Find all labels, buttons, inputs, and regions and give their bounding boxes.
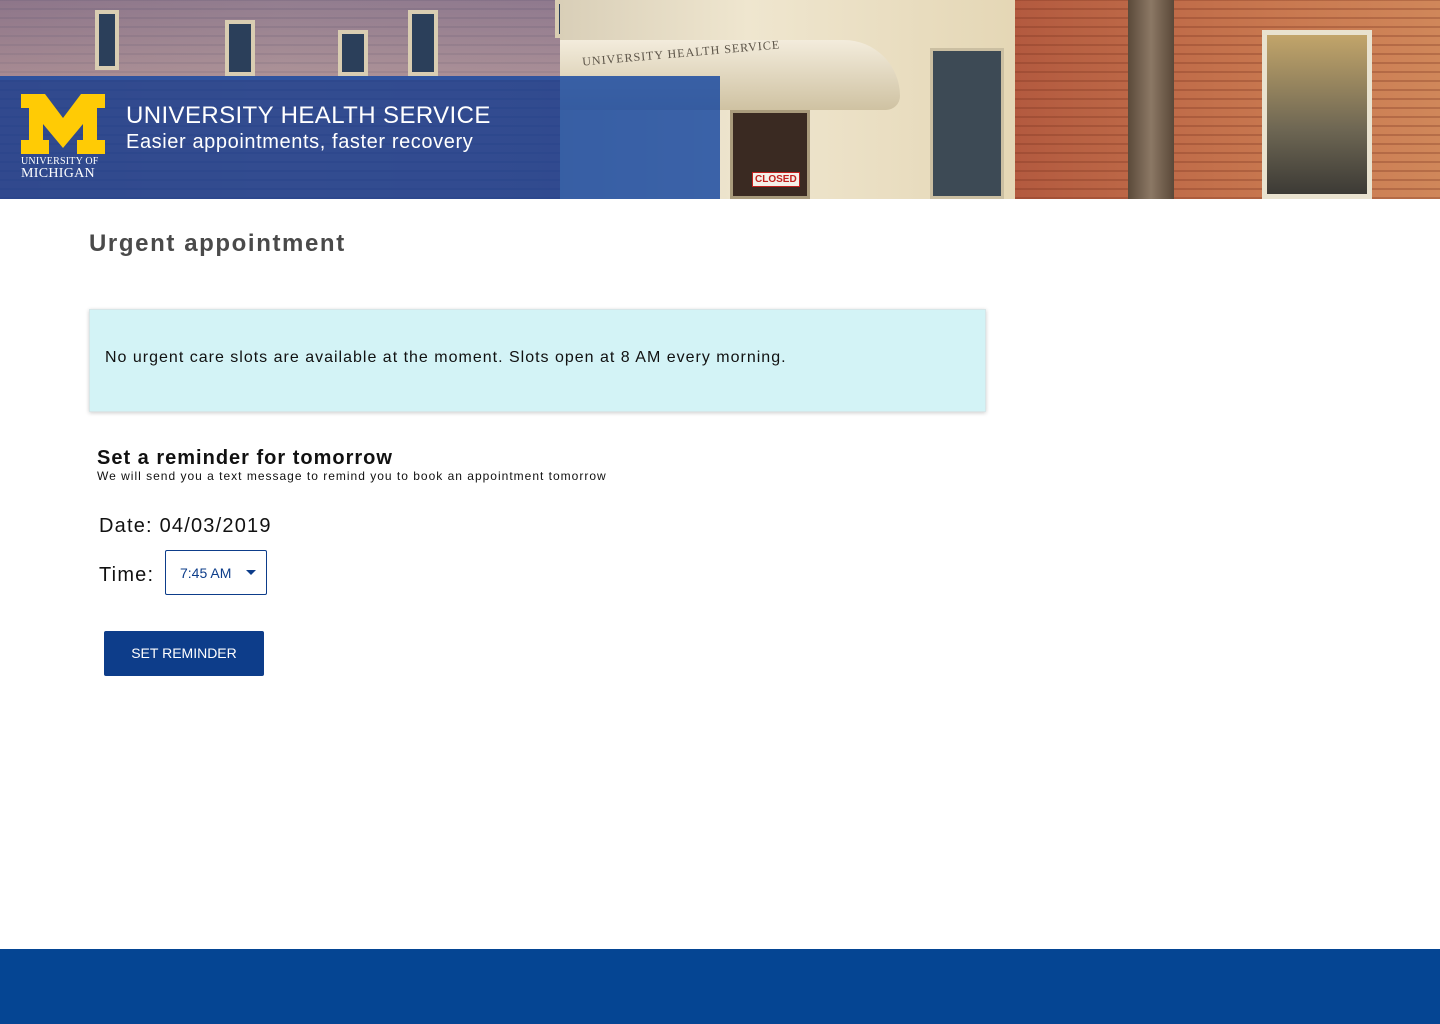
hero-photo-tree-trunk xyxy=(1128,0,1174,199)
time-select[interactable]: 7:45 AM xyxy=(165,550,267,595)
time-label: Time: xyxy=(99,564,155,586)
site-tagline: Easier appointments, faster recovery xyxy=(126,131,474,153)
reminder-description: We will send you a text message to remin… xyxy=(97,469,607,483)
caret-down-icon xyxy=(246,570,256,575)
hero-photo-tall-window xyxy=(930,48,1004,199)
hero-photo-window-right xyxy=(1262,30,1372,199)
time-select-value: 7:45 AM xyxy=(180,565,232,581)
logo-wordmark-line2: MICHIGAN xyxy=(21,166,95,181)
set-reminder-button[interactable]: SET REMINDER xyxy=(104,631,264,676)
hero-photo-window xyxy=(95,10,119,70)
page-title: Urgent appointment xyxy=(89,230,346,257)
block-m-logo-icon[interactable] xyxy=(21,94,105,154)
date-value: 04/03/2019 xyxy=(159,515,272,537)
hero-photo-brick-wall-right xyxy=(1015,0,1440,199)
alert-message: No urgent care slots are available at th… xyxy=(105,349,787,366)
hero-photo-closed-sign: CLOSED xyxy=(752,172,800,187)
site-title: UNIVERSITY HEALTH SERVICE xyxy=(126,102,491,129)
hero-banner: UNIVERSITY HEALTH SERVICE CLOSED UNIVERS… xyxy=(0,0,1440,199)
hero-photo-window xyxy=(338,30,368,76)
hero-photo-window xyxy=(225,20,255,76)
hero-photo-sky xyxy=(0,0,560,80)
hero-photo-window xyxy=(408,10,438,76)
date-row: Date: 04/03/2019 xyxy=(99,515,272,538)
date-label: Date: xyxy=(99,515,153,537)
availability-alert: No urgent care slots are available at th… xyxy=(89,309,986,412)
page-footer xyxy=(0,949,1440,1024)
reminder-title: Set a reminder for tomorrow xyxy=(97,447,393,469)
